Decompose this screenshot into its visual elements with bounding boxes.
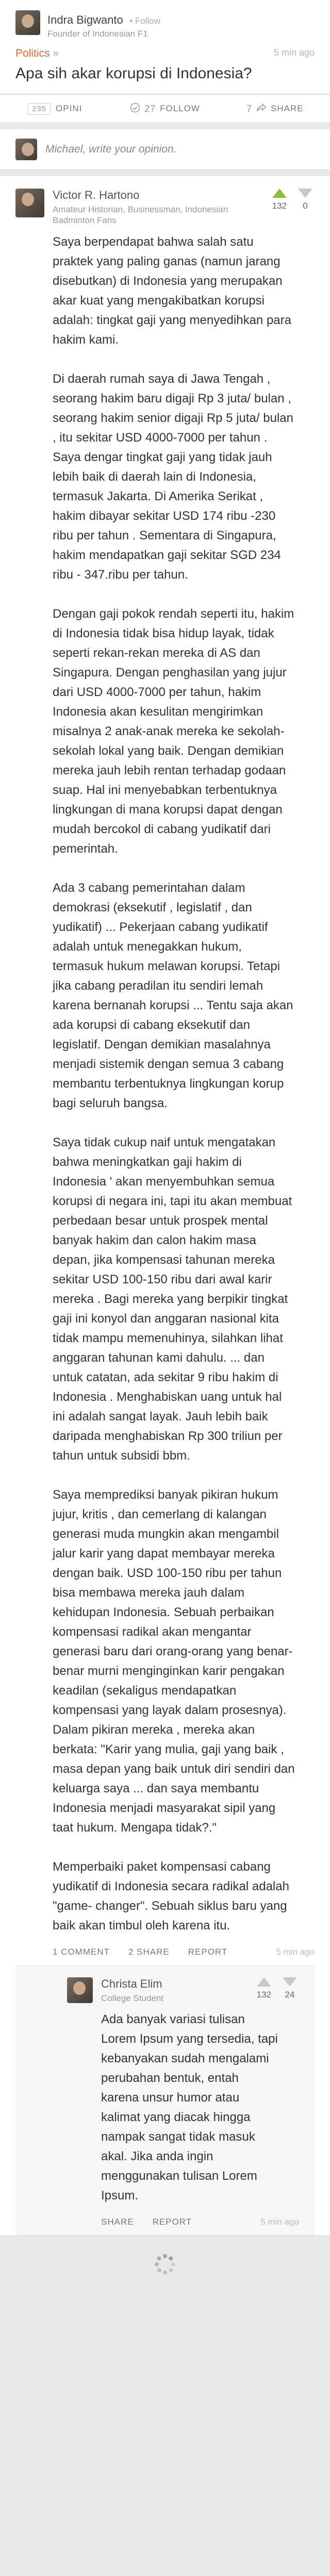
- share-link[interactable]: SHARE: [101, 2217, 134, 2227]
- answer-paragraph: Dengan gaji pokok rendah seperti itu, ha…: [53, 606, 294, 856]
- downvote-icon: [283, 1977, 297, 1987]
- breadcrumb-separator: »: [53, 47, 59, 59]
- upvote-icon: [272, 189, 287, 198]
- answer-paragraph: Saya berpendapat bahwa salah satu prakte…: [53, 234, 291, 347]
- timestamp: 5 min ago: [276, 1946, 315, 1957]
- comment-body: Ada banyak variasi tulisan Lorem Ipsum y…: [67, 2010, 299, 2206]
- follow-icon: [130, 103, 140, 115]
- opini-count: 235: [28, 103, 51, 115]
- downvote-button[interactable]: 0: [298, 189, 312, 211]
- question-title: Apa sih akar korupsi di Indonesia?: [15, 65, 252, 82]
- share-count: 7: [246, 103, 253, 114]
- report-link[interactable]: REPORT: [153, 2217, 192, 2227]
- question-actions: 235 OPINI 27 FOLLOW 7 SHARE: [0, 94, 330, 123]
- answer-header: Victor R. Hartono Amateur Historian, Bus…: [15, 189, 315, 226]
- comment-link[interactable]: 1 COMMENT: [53, 1947, 110, 1957]
- write-opinion-box[interactable]: Michael, write your opinion.: [0, 129, 330, 170]
- upvote-count: 132: [272, 201, 287, 211]
- question-card: Indra Bigwanto • Follow Founder of Indon…: [0, 0, 330, 94]
- author-name[interactable]: Victor R. Hartono: [53, 189, 272, 202]
- upvote-button[interactable]: 132: [257, 1977, 271, 2000]
- comment-card: Christa Elim College Student 132 24 Ada …: [15, 1965, 315, 2235]
- downvote-count: 0: [303, 201, 308, 211]
- share-icon: [256, 103, 267, 115]
- downvote-button[interactable]: 24: [283, 1977, 297, 2000]
- answer-card: Victor R. Hartono Amateur Historian, Bus…: [0, 176, 330, 2236]
- answer-author: Victor R. Hartono Amateur Historian, Bus…: [53, 189, 272, 226]
- author-bio: Amateur Historian, Businessman, Indonesi…: [53, 205, 228, 226]
- timestamp: 5 min ago: [260, 2216, 299, 2227]
- topic-row: Politics » 5 min ago: [15, 47, 315, 60]
- avatar[interactable]: [67, 1977, 93, 2003]
- author-bio: College Student: [101, 1993, 163, 2003]
- follow-count: 27: [144, 103, 156, 114]
- loading-spinner: [0, 2236, 330, 2293]
- share-link[interactable]: 2 SHARE: [128, 1947, 170, 1957]
- topic-link[interactable]: Politics: [15, 47, 50, 59]
- comment-author: Christa Elim College Student: [101, 1977, 257, 2004]
- upvote-count: 132: [256, 1989, 271, 1999]
- timestamp: 5 min ago: [273, 47, 315, 58]
- follow-button[interactable]: 27 FOLLOW: [110, 103, 220, 115]
- avatar: [15, 139, 37, 160]
- downvote-icon: [298, 189, 312, 198]
- question-author: Indra Bigwanto • Follow Founder of Indon…: [15, 10, 315, 39]
- vote-controls: 132 0: [272, 189, 312, 211]
- follow-label: FOLLOW: [160, 104, 200, 113]
- comment-text: Ada banyak variasi tulisan Lorem Ipsum y…: [101, 2012, 278, 2202]
- comment-header: Christa Elim College Student 132 24: [67, 1977, 299, 2004]
- avatar[interactable]: [15, 189, 44, 217]
- avatar[interactable]: [15, 10, 40, 35]
- answer-paragraph: Ada 3 cabang pemerintahan dalam demokras…: [53, 880, 293, 1110]
- opini-label: OPINI: [56, 104, 82, 113]
- downvote-count: 24: [285, 1989, 295, 1999]
- author-info: Indra Bigwanto • Follow Founder of Indon…: [47, 10, 160, 39]
- share-label: SHARE: [271, 104, 304, 113]
- answer-paragraph: Memperbaiki paket kompensasi cabang yudi…: [53, 1859, 289, 1933]
- answer-paragraph: Di daerah rumah saya di Jawa Tengah , se…: [53, 371, 293, 582]
- write-opinion-placeholder[interactable]: Michael, write your opinion.: [45, 143, 176, 156]
- author-bio: Founder of Indonesian F1: [47, 29, 148, 39]
- answer-body: Saya berpendapat bahwa salah satu prakte…: [15, 232, 315, 1936]
- spinner-icon: [154, 2253, 176, 2276]
- comment-actions: SHARE REPORT 5 min ago: [67, 2211, 299, 2235]
- vote-controls: 132 24: [257, 1977, 297, 2000]
- answer-paragraph: Saya tidak cukup naif untuk mengatakan b…: [53, 1135, 292, 1463]
- upvote-icon: [256, 1977, 271, 1987]
- author-name[interactable]: Christa Elim: [101, 1977, 257, 1991]
- follow-author-link[interactable]: • Follow: [129, 16, 160, 26]
- answer-actions: 1 COMMENT 2 SHARE REPORT 5 min ago: [15, 1941, 315, 1965]
- follow-label[interactable]: Follow: [135, 16, 160, 26]
- share-button[interactable]: 7 SHARE: [220, 103, 330, 115]
- answer-paragraph: Saya memprediksi banyak pikiran hukum ju…: [53, 1487, 295, 1835]
- report-link[interactable]: REPORT: [188, 1947, 228, 1957]
- author-name[interactable]: Indra Bigwanto: [47, 13, 123, 26]
- opini-button[interactable]: 235 OPINI: [0, 103, 110, 115]
- upvote-button[interactable]: 132: [272, 189, 287, 211]
